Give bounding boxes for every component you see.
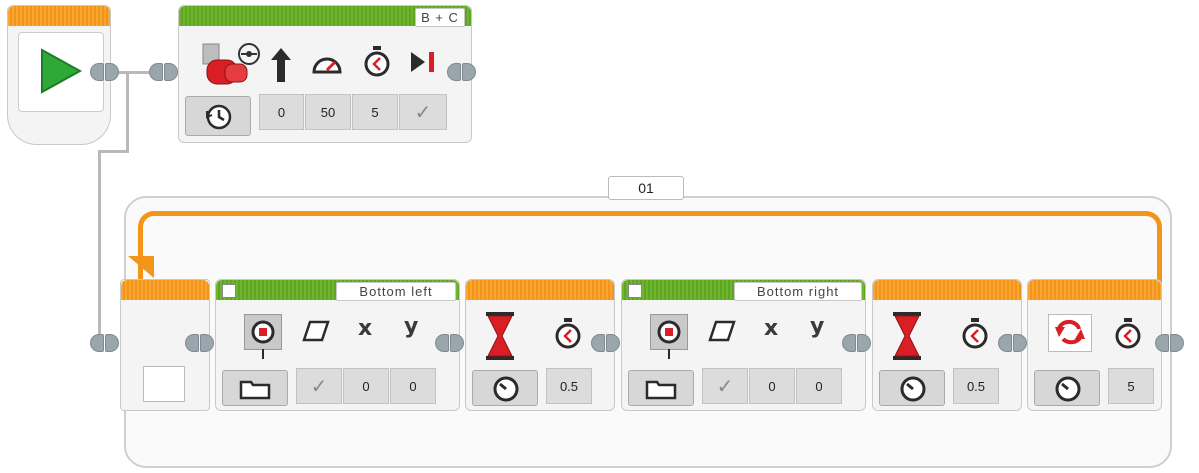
loop-end-input-connector[interactable]	[998, 334, 1028, 352]
loop-input-connector[interactable]	[90, 334, 120, 352]
loop-mode-selector[interactable]	[1034, 370, 1100, 406]
timer-icon	[1055, 376, 1081, 402]
brake-icon	[411, 52, 434, 72]
stopwatch-icon	[1115, 318, 1141, 349]
hourglass-icon	[486, 312, 514, 360]
wait-1-mode-selector[interactable]	[472, 370, 538, 406]
display-mode-selector[interactable]	[222, 370, 288, 406]
loop-exit-icon-box	[1048, 314, 1092, 352]
move-tank-block[interactable]: B + C 0 50 5 ✓	[178, 5, 472, 143]
display-left-label[interactable]: Bottom left	[336, 282, 456, 301]
speedometer-icon	[312, 57, 342, 74]
loop-output-connector[interactable]	[1155, 334, 1185, 352]
loop-arrow-head-icon	[128, 256, 154, 278]
sequence-wire	[126, 72, 129, 152]
clear-screen-value[interactable]: ✓	[702, 368, 748, 404]
eraser-icon	[708, 320, 736, 342]
brake-value[interactable]: ✓	[399, 94, 447, 130]
sequence-wire	[98, 150, 129, 153]
wait-1-input-connector[interactable]	[435, 334, 465, 352]
display-right-input-connector[interactable]	[591, 334, 621, 352]
stopwatch-icon	[555, 318, 581, 349]
wait-1-seconds-value[interactable]: 0.5	[546, 368, 592, 404]
steering-value[interactable]: 0	[259, 94, 304, 130]
clear-screen-value[interactable]: ✓	[296, 368, 342, 404]
stopwatch-icon	[962, 318, 988, 349]
y-label: y	[810, 314, 825, 339]
collapse-icon[interactable]	[628, 284, 642, 298]
timer-icon	[900, 376, 926, 402]
collapse-icon[interactable]	[222, 284, 236, 298]
start-block-header	[8, 6, 110, 26]
x-value[interactable]: 0	[343, 368, 389, 404]
loop-start-header	[121, 280, 209, 300]
mode-selector[interactable]	[185, 96, 251, 136]
x-label: x	[358, 316, 373, 341]
stopwatch-icon	[364, 46, 390, 77]
wait-2-mode-selector[interactable]	[879, 370, 945, 406]
display-right-label[interactable]: Bottom right	[734, 282, 862, 301]
loop-exit-icon	[1055, 320, 1085, 345]
seconds-value[interactable]: 5	[352, 94, 398, 130]
wait-2-header	[873, 280, 1021, 300]
loop-seconds-value[interactable]: 5	[1108, 368, 1154, 404]
loop-name-label[interactable]: 01	[608, 176, 684, 200]
loop-end-header	[1028, 280, 1161, 300]
move-tank-input-connector[interactable]	[149, 63, 179, 81]
folder-icon	[645, 380, 677, 400]
eraser-icon	[302, 320, 330, 342]
display-block-left[interactable]: Bottom left x y ✓ 0 0	[215, 279, 460, 411]
y-value[interactable]: 0	[390, 368, 436, 404]
x-label: x	[764, 316, 779, 341]
display-block-right[interactable]: Bottom right x y ✓ 0 0	[621, 279, 866, 411]
y-value[interactable]: 0	[796, 368, 842, 404]
loop-end-block[interactable]: 5	[1027, 279, 1162, 411]
large-motor-icon	[201, 40, 261, 95]
display-left-input-connector[interactable]	[185, 334, 215, 352]
display-icon	[244, 314, 282, 359]
timer-icon	[493, 376, 519, 402]
motor-ports-label[interactable]: B + C	[415, 8, 465, 27]
start-output-connector[interactable]	[90, 63, 120, 81]
arrow-up-icon	[271, 48, 291, 82]
wait-1-header	[466, 280, 614, 300]
folder-icon	[239, 380, 271, 400]
y-label: y	[404, 314, 419, 339]
display-icon	[650, 314, 688, 359]
wait-2-input-connector[interactable]	[842, 334, 872, 352]
power-value[interactable]: 50	[305, 94, 351, 130]
loop-start-socket	[143, 366, 185, 402]
play-icon[interactable]	[38, 48, 82, 94]
clock-icon	[206, 104, 232, 130]
wait-2-seconds-value[interactable]: 0.5	[953, 368, 999, 404]
sequence-wire	[98, 150, 101, 342]
display-mode-selector[interactable]	[628, 370, 694, 406]
hourglass-icon	[893, 312, 921, 360]
move-tank-output-connector[interactable]	[447, 63, 477, 81]
x-value[interactable]: 0	[749, 368, 795, 404]
